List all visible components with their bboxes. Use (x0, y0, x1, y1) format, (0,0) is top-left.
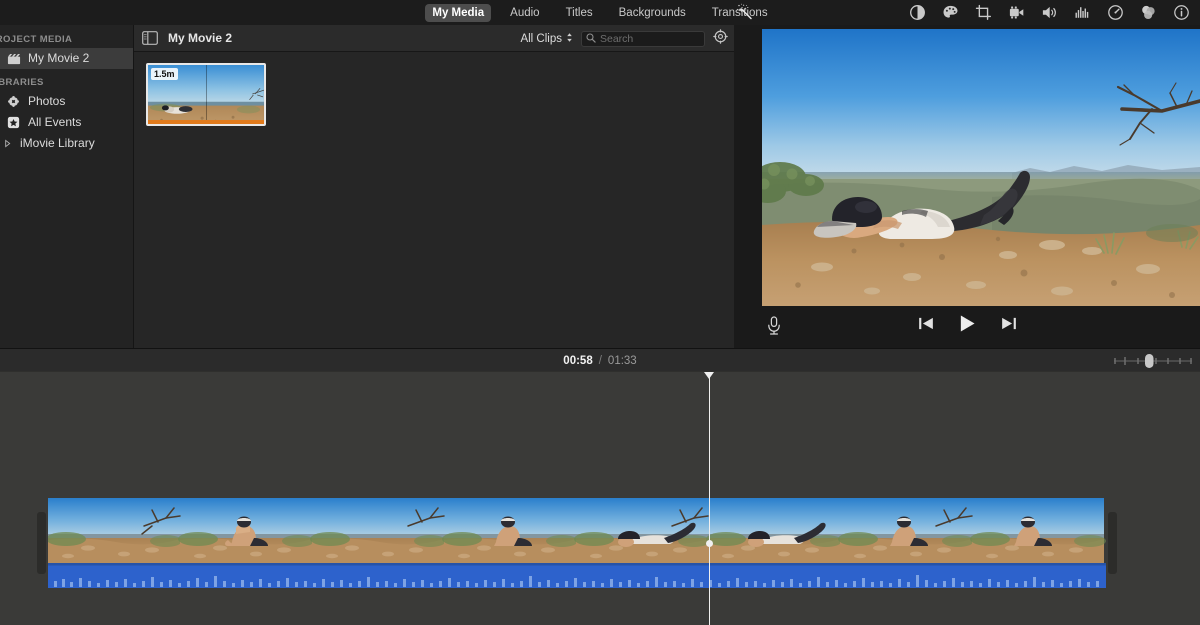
search-input[interactable]: Search (581, 31, 705, 47)
preview-viewer (734, 25, 1200, 348)
media-clip-thumbnail[interactable]: 1.5m (146, 63, 266, 126)
stabilization-icon[interactable] (1008, 4, 1025, 21)
sidebar-item-all-events[interactable]: All Events (0, 112, 133, 133)
sidebar-item-label: Photos (28, 94, 65, 109)
info-icon[interactable] (1173, 4, 1190, 21)
sidebar-item-photos[interactable]: Photos (0, 91, 133, 112)
timecode-display: 00:58 / 01:33 (0, 349, 1200, 373)
clip-favorite-stripe (148, 120, 264, 124)
color-balance-icon[interactable] (909, 4, 926, 21)
audio-waveform (48, 563, 1106, 588)
sidebar-section-libraries: LIBRARIES (0, 74, 133, 91)
clapperboard-icon (6, 51, 21, 66)
preview-video-frame[interactable] (762, 29, 1200, 306)
magic-wand-icon[interactable] (736, 3, 756, 23)
top-tab-bar: My Media Audio Titles Backgrounds Transi… (0, 0, 1200, 25)
sidebar-section-project-media-label: PROJECT MEDIA (0, 34, 72, 45)
noise-reduction-equalizer-icon[interactable] (1074, 4, 1091, 21)
skip-back-icon[interactable] (918, 316, 934, 336)
photos-pinwheel-icon (6, 94, 21, 109)
adjustment-toolbar (909, 0, 1190, 25)
speed-icon[interactable] (1107, 4, 1124, 21)
browser-title: My Movie 2 (168, 31, 232, 45)
volume-icon[interactable] (1041, 4, 1058, 21)
all-clips-label: All Clips (520, 33, 562, 45)
skip-forward-icon[interactable] (1001, 316, 1017, 336)
timeline-playhead[interactable] (709, 372, 710, 625)
play-icon[interactable] (958, 314, 977, 338)
viewer-transport-controls (734, 308, 1200, 344)
sidebar-item-imovie-library[interactable]: iMovie Library (0, 133, 133, 154)
clip-trim-handle-left[interactable] (37, 512, 46, 574)
playhead-skimmer-dot (706, 540, 713, 547)
preview-video-image (762, 29, 1200, 306)
tab-audio[interactable]: Audio (503, 4, 546, 22)
sidebar-item-my-movie-2[interactable]: My Movie 2 (0, 48, 133, 69)
search-placeholder: Search (600, 33, 633, 45)
browser-header-right: All Clips Searc (520, 25, 728, 52)
browser-clip-grid: 1.5m (134, 52, 734, 348)
total-timecode: 01:33 (608, 355, 637, 367)
filters-icon[interactable] (1140, 4, 1157, 21)
split-view-icon[interactable] (142, 31, 158, 45)
imovie-window: My Media Audio Titles Backgrounds Transi… (0, 0, 1200, 625)
sidebar-section-libraries-label: LIBRARIES (0, 77, 44, 88)
timeline-clip[interactable] (48, 498, 1106, 588)
chevron-updown-icon (566, 32, 573, 46)
filmstrip-frames (48, 498, 1106, 563)
disclosure-triangle-icon[interactable] (3, 137, 13, 151)
current-timecode: 00:58 (563, 355, 592, 367)
playback-buttons (734, 314, 1200, 338)
timeline-toolbar: 00:58 / 01:33 (0, 348, 1200, 372)
media-browser: My Movie 2 All Clips (134, 25, 734, 348)
all-clips-filter[interactable]: All Clips (520, 32, 573, 46)
star-square-icon (6, 115, 21, 130)
sidebar-item-label: My Movie 2 (28, 51, 89, 66)
timeline-zoom-slider[interactable] (1112, 353, 1194, 369)
tab-backgrounds[interactable]: Backgrounds (612, 4, 693, 22)
timeline-clip-filmstrip (48, 498, 1106, 563)
clip-duration-badge: 1.5m (151, 68, 178, 80)
sidebar-item-label: iMovie Library (20, 136, 95, 151)
tab-titles[interactable]: Titles (559, 4, 600, 22)
crop-icon[interactable] (975, 4, 992, 21)
timeline[interactable] (0, 372, 1200, 625)
sidebar-item-label: All Events (28, 115, 81, 130)
sidebar-section-project-media: PROJECT MEDIA (0, 31, 133, 48)
timeline-clip-audio-waveform[interactable] (48, 563, 1106, 588)
tab-my-media[interactable]: My Media (425, 4, 491, 22)
search-icon (586, 30, 596, 48)
sidebar: PROJECT MEDIA My Movie 2 LIBRARIES (0, 25, 134, 348)
color-correction-icon[interactable] (942, 4, 959, 21)
gear-icon[interactable] (713, 29, 728, 49)
media-tabs: My Media Audio Titles Backgrounds Transi… (425, 4, 774, 22)
clip-frame-divider (206, 65, 207, 124)
browser-header: My Movie 2 All Clips (134, 25, 734, 52)
timecode-separator: / (599, 355, 602, 367)
playhead-triangle-icon (704, 372, 714, 379)
clip-trim-handle-right[interactable] (1108, 512, 1117, 574)
